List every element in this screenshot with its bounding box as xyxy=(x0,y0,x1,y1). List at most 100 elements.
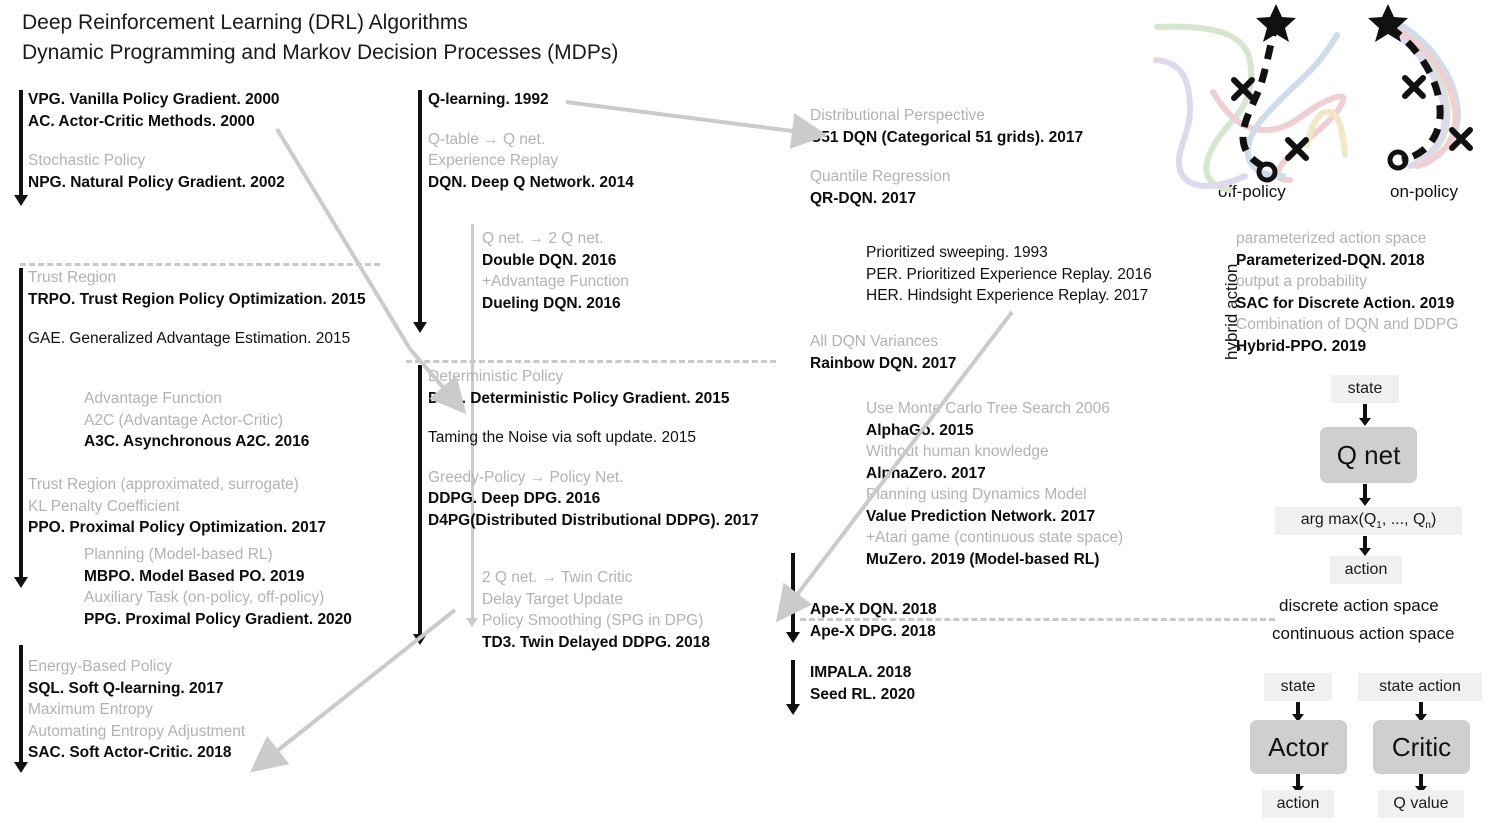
list-item: Ape-X DPG. 2018 xyxy=(810,622,936,640)
list-item: Advantage Function xyxy=(84,390,222,407)
critic-box: Critic xyxy=(1373,720,1470,774)
col2-group2b: 2 Q net. → Twin Critic Delay Target Upda… xyxy=(482,567,710,653)
on-policy-illustration xyxy=(1368,4,1473,171)
list-item: Deterministic Policy xyxy=(428,368,564,385)
list-item: Q-learning. 1992 xyxy=(428,91,549,108)
list-item: Maximum Entropy xyxy=(28,701,153,718)
col1-divider xyxy=(20,263,380,266)
list-item: SAC for Discrete Action. 2019 xyxy=(1236,294,1455,312)
argmax-text: arg max(Q1, ..., Qn) xyxy=(1300,510,1437,532)
list-item: NPG. Natural Policy Gradient. 2002 xyxy=(28,173,285,191)
list-item: Without human knowledge xyxy=(866,443,1049,460)
list-item: PPO. Proximal Policy Optimization. 2017 xyxy=(28,519,327,536)
qnet-arrow-1 xyxy=(1359,404,1371,426)
list-item: A2C (Advantage Actor-Critic) xyxy=(84,411,283,429)
list-item: IMPALA. 2018 xyxy=(810,664,912,681)
col3-arrow-1 xyxy=(786,553,800,643)
list-item: Trust Region (approximated, surrogate) xyxy=(28,476,299,493)
list-item: All DQN Variances xyxy=(810,333,939,350)
list-item: PPG. Proximal Policy Gradient. 2020 xyxy=(84,610,352,628)
col2-arrow-1 xyxy=(413,90,427,333)
critic-qvalue-box: Q value xyxy=(1378,790,1464,818)
list-item: AC. Actor-Critic Methods. 2000 xyxy=(28,112,255,130)
col3-group2b: Use Monte Carlo Tree Search 2006 AlphaGo… xyxy=(866,398,1123,570)
col3-group1: Distributional Perspective C51 DQN (Cate… xyxy=(810,105,1083,209)
list-item: Policy Smoothing (SPG in DPG) xyxy=(482,612,704,629)
off-policy-illustration xyxy=(1153,4,1348,193)
col3-arrow-2 xyxy=(786,660,800,715)
list-item: Combination of DQN and DDPG xyxy=(1236,316,1459,333)
actor-box: Actor xyxy=(1250,720,1347,774)
qnet-argmax-box: arg max(Q1, ..., Qn) xyxy=(1275,507,1462,535)
col1-arrow-3 xyxy=(14,645,28,773)
list-item: SAC. Soft Actor-Critic. 2018 xyxy=(28,744,232,761)
col2-divider xyxy=(406,360,776,363)
list-item: DQN. Deep Q Network. 2014 xyxy=(428,173,634,191)
list-item: Greedy-Policy → Policy Net. xyxy=(428,468,624,486)
list-item: DDPG. Deep DPG. 2016 xyxy=(428,490,601,507)
list-item: Automating Entropy Adjustment xyxy=(28,722,246,740)
actor-arrow-1 xyxy=(1292,702,1304,722)
page-title-line2: Dynamic Programming and Markov Decision … xyxy=(22,41,619,64)
col1-group1: VPG. Vanilla Policy Gradient. 2000 AC. A… xyxy=(28,89,285,193)
list-item: AlphaGo. 2015 xyxy=(866,421,974,439)
col1-group2c: Trust Region (approximated, surrogate) K… xyxy=(28,474,326,539)
list-item: Seed RL. 2020 xyxy=(810,685,916,703)
discrete-action-space-label: discrete action space xyxy=(1279,596,1439,615)
col2-arrow-2 xyxy=(413,365,427,645)
list-item: Distributional Perspective xyxy=(810,107,985,124)
list-item: +Atari game (continuous state space) xyxy=(866,529,1124,546)
list-item: HER. Hindsight Experience Replay. 2017 xyxy=(866,287,1149,304)
list-item: Double DQN. 2016 xyxy=(482,251,617,269)
continuous-action-space-label: continuous action space xyxy=(1272,624,1455,643)
list-item: Hybrid-PPO. 2019 xyxy=(1236,337,1367,355)
qnet-action-box: action xyxy=(1330,556,1402,584)
page-title-line1: Deep Reinforcement Learning (DRL) Algori… xyxy=(22,11,468,34)
list-item: KL Penalty Coefficient xyxy=(28,497,180,515)
col3-group1b: Prioritized sweeping. 1993 PER. Prioriti… xyxy=(866,242,1152,307)
list-item: MBPO. Model Based PO. 2019 xyxy=(84,567,305,585)
list-item: MuZero. 2019 (Model-based RL) xyxy=(866,550,1100,568)
col1-arrow-1 xyxy=(14,90,28,206)
list-item: AlphaZero. 2017 xyxy=(866,464,986,482)
list-item: Energy-Based Policy xyxy=(28,658,172,675)
list-item: Q-table → Q net. xyxy=(428,130,546,148)
critic-state-action-box: state action xyxy=(1358,673,1482,701)
list-item: Delay Target Update xyxy=(482,590,624,608)
list-item: Dueling DQN. 2016 xyxy=(482,294,621,312)
list-item: DPG. Deterministic Policy Gradient. 2015 xyxy=(428,389,730,407)
col3-divider xyxy=(800,618,1275,621)
list-item: Planning (Model-based RL) xyxy=(84,546,273,563)
col3-group4: IMPALA. 2018 Seed RL. 2020 xyxy=(810,662,915,705)
list-item: TD3. Twin Delayed DDPG. 2018 xyxy=(482,633,710,651)
list-item: Auxiliary Task (on-policy, off-policy) xyxy=(84,589,325,606)
col1-group2b: Advantage Function A2C (Advantage Actor-… xyxy=(84,388,309,453)
list-item: Stochastic Policy xyxy=(28,152,146,169)
col4-hybrid-list: parameterized action space Parameterized… xyxy=(1236,228,1458,357)
list-item: PER. Prioritized Experience Replay. 2016 xyxy=(866,265,1152,283)
col2-group1b: Q net. → 2 Q net. Double DQN. 2016 +Adva… xyxy=(482,228,629,314)
list-item: VPG. Vanilla Policy Gradient. 2000 xyxy=(28,91,280,108)
list-item: Planning using Dynamics Model xyxy=(866,486,1087,503)
list-item: Prioritized sweeping. 1993 xyxy=(866,244,1048,261)
list-item: C51 DQN (Categorical 51 grids). 2017 xyxy=(810,128,1084,146)
list-item: Trust Region xyxy=(28,269,117,286)
col2-group1: Q-learning. 1992 Q-table → Q net. Experi… xyxy=(428,89,634,193)
list-item: Experience Replay xyxy=(428,152,559,169)
list-item: SQL. Soft Q-learning. 2017 xyxy=(28,679,224,697)
list-item: parameterized action space xyxy=(1236,230,1427,247)
list-item: D4PG(Distributed Distributional DDPG). 2… xyxy=(428,511,759,529)
actor-state-box: state xyxy=(1264,673,1332,701)
list-item: 2 Q net. → Twin Critic xyxy=(482,569,633,586)
col1-group2d: Planning (Model-based RL) MBPO. Model Ba… xyxy=(84,544,352,630)
list-item: A3C. Asynchronous A2C. 2016 xyxy=(84,433,310,450)
col1-group3: Energy-Based Policy SQL. Soft Q-learning… xyxy=(28,656,245,764)
off-policy-label: off-policy xyxy=(1218,182,1286,201)
list-item: Value Prediction Network. 2017 xyxy=(866,507,1096,525)
